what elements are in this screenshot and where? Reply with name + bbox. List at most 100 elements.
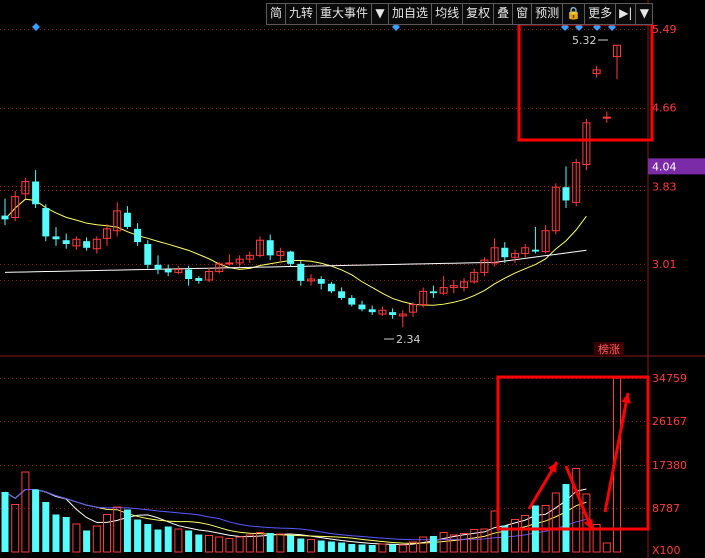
candle-down <box>338 291 346 298</box>
candle-down <box>501 247 509 258</box>
price-axis-label: 3.83 <box>652 180 677 193</box>
volume-bar-down <box>62 517 70 552</box>
volume-bar-up <box>439 532 448 553</box>
chart-grid <box>0 0 705 558</box>
candle-down <box>144 243 152 265</box>
candle-down <box>52 236 60 240</box>
volume-axis-label: 8787 <box>652 502 680 515</box>
volume-bar-up <box>225 538 234 553</box>
event-diamond-icon <box>32 23 40 31</box>
toolbar-moving-average[interactable]: 均线 <box>432 4 464 24</box>
high-price-label: 5.32 <box>572 34 597 47</box>
volume-bar-up <box>449 534 458 553</box>
volume-bar-up <box>235 536 244 553</box>
candle-down <box>42 208 50 237</box>
candle-down <box>562 187 570 201</box>
volume-bar-up <box>276 533 285 553</box>
toolbar-jump[interactable]: ▶| <box>616 4 637 24</box>
volume-bar-down <box>317 540 325 552</box>
price-axis-label: 5.49 <box>652 23 677 36</box>
toolbar-lock[interactable]: 🔒 <box>563 4 586 24</box>
toolbar-forecast[interactable]: 预测 <box>532 4 564 24</box>
axis-labels: 5.32 2.34 榜涨 5.49 4.66 3.83 3.01 4.04 34759 26167… <box>384 23 705 557</box>
low-price-label: 2.34 <box>396 333 421 346</box>
volume-axis-label: 17380 <box>652 459 687 472</box>
volume-bar-down <box>297 538 305 552</box>
candle-down <box>287 251 295 264</box>
volume-bar-down <box>562 484 570 552</box>
volume-bar-down <box>358 544 366 552</box>
current-price-label: 4.04 <box>652 160 677 173</box>
chart-toolbar: 简九转 重大事件 ▼ 加自选 均线 复权叠窗预测 🔒 更多 ▶| ▼ <box>266 3 654 25</box>
volume-bar-down <box>134 519 142 552</box>
toolbar-more[interactable]: 更多 <box>585 4 617 24</box>
ranking-tag-label: 榜涨 <box>598 342 620 356</box>
volume-bar-up <box>398 544 407 553</box>
candle-down <box>154 264 162 270</box>
volume-bar-up <box>245 534 254 553</box>
volume-bar-up <box>378 543 387 553</box>
candle-down <box>531 249 539 252</box>
volume-bar-up <box>602 542 611 553</box>
volume-bar-up <box>11 504 20 553</box>
volume-bar-up <box>103 514 111 553</box>
candle-down <box>368 309 376 313</box>
stock-chart[interactable]: 5.32 2.34 榜涨 5.49 4.66 3.83 3.01 4.04 34759 26167… <box>0 0 705 558</box>
volume-bar-down <box>123 509 131 552</box>
candlestick-series <box>1 44 621 328</box>
volume-axis-label: 34759 <box>652 372 687 385</box>
toolbar-jian[interactable]: 简 <box>267 4 287 24</box>
toolbar-add-watchlist[interactable]: 加自选 <box>389 4 433 24</box>
toolbar-major-events[interactable]: 重大事件 <box>317 4 373 24</box>
arrow-down <box>564 465 594 531</box>
volume-bar-up <box>72 523 81 553</box>
price-axis-label: 3.01 <box>652 258 677 271</box>
volume-unit-label: X100 <box>652 544 681 557</box>
candle-down <box>32 181 40 205</box>
volume-bar-down <box>368 545 376 552</box>
toolbar-dropdown-1[interactable]: ▼ <box>372 4 390 24</box>
volume-bar-down <box>42 502 50 552</box>
candle-down <box>195 278 203 281</box>
candle-down <box>164 269 172 273</box>
volume-bar-down <box>389 544 397 552</box>
price-axis-label: 4.66 <box>652 102 677 115</box>
candle-down <box>266 240 274 256</box>
candle-down <box>62 240 70 244</box>
volume-bar-down <box>52 514 60 552</box>
candle-up <box>602 116 611 119</box>
volume-axis-label: 26167 <box>652 415 687 428</box>
candle-down <box>1 215 9 220</box>
candle-down <box>83 241 91 248</box>
volume-bar-up <box>307 539 315 553</box>
volume-bar-down <box>266 533 274 552</box>
candle-down <box>123 212 131 227</box>
candle-down <box>327 283 335 292</box>
volume-bar-down <box>164 526 172 552</box>
candle-down <box>429 291 437 294</box>
toolbar-jiuzhuan[interactable]: 九转 <box>286 4 318 24</box>
volume-bar-down <box>1 492 9 552</box>
volume-bar-down <box>185 530 193 552</box>
volume-bar-up <box>174 528 183 553</box>
toolbar-restore-rights[interactable]: 复权 <box>463 4 495 24</box>
volume-bar-down <box>287 535 295 552</box>
volume-bar-down <box>429 536 437 552</box>
toolbar-window[interactable]: 窗 <box>513 4 533 24</box>
candle-down <box>185 269 193 280</box>
toolbar-dropdown-2[interactable]: ▼ <box>636 4 652 24</box>
volume-bar-down <box>32 489 40 552</box>
candle-up <box>225 262 234 265</box>
arrow-up-2 <box>603 392 630 513</box>
candle-down <box>358 304 366 310</box>
toolbar-overlay[interactable]: 叠 <box>494 4 514 24</box>
volume-bar-down <box>83 530 91 552</box>
arrow-up-2-head <box>621 393 631 404</box>
volume-bar-down <box>144 524 152 552</box>
volume-bar-up <box>113 506 122 553</box>
volume-bar-down <box>348 544 356 552</box>
volume-bar-up <box>215 536 224 553</box>
volume-bar-up <box>551 492 560 553</box>
candle-down <box>317 279 325 284</box>
candle-down <box>134 228 142 243</box>
